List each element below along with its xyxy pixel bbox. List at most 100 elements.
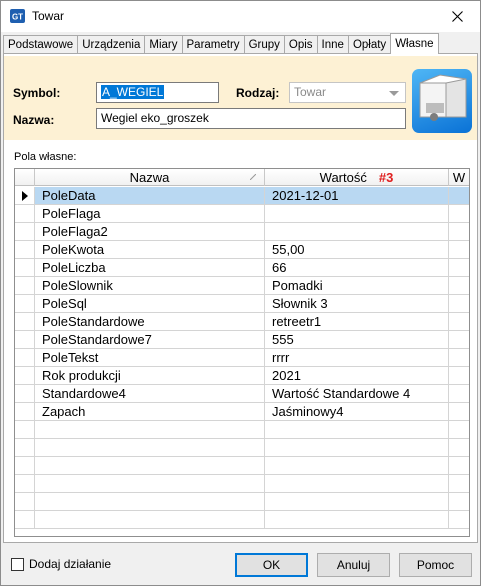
cell-nazwa[interactable]: PoleLiczba: [35, 259, 265, 277]
row-indicator[interactable]: [15, 457, 35, 475]
row-indicator[interactable]: [15, 205, 35, 223]
table-row[interactable]: PoleData 2021-12-01: [15, 187, 469, 205]
add-action-checkbox[interactable]: Dodaj działanie: [11, 557, 111, 571]
cell-w[interactable]: [449, 439, 469, 457]
cell-wartosc[interactable]: Jaśminowy4: [265, 403, 449, 421]
cell-nazwa[interactable]: PoleFlaga: [35, 205, 265, 223]
row-indicator[interactable]: [15, 313, 35, 331]
cell-w[interactable]: [449, 367, 469, 385]
tab-podstawowe[interactable]: Podstawowe: [3, 35, 79, 54]
cell-w[interactable]: [449, 313, 469, 331]
cell-nazwa[interactable]: Standardowe4: [35, 385, 265, 403]
row-indicator[interactable]: [15, 331, 35, 349]
cell-nazwa[interactable]: PoleFlaga2: [35, 223, 265, 241]
cell-w[interactable]: [449, 403, 469, 421]
row-indicator[interactable]: [15, 295, 35, 313]
row-indicator[interactable]: [15, 511, 35, 529]
cell-wartosc[interactable]: [265, 421, 449, 439]
cell-nazwa[interactable]: [35, 439, 265, 457]
tab-opis[interactable]: Opis: [283, 35, 318, 54]
table-row[interactable]: PoleLiczba 66: [15, 259, 469, 277]
cell-nazwa[interactable]: PoleSlownik: [35, 277, 265, 295]
table-row[interactable]: PoleFlaga: [15, 205, 469, 223]
cell-nazwa[interactable]: PoleStandardowe: [35, 313, 265, 331]
cell-wartosc[interactable]: retreetr1: [265, 313, 449, 331]
tab-miary[interactable]: Miary: [144, 35, 183, 54]
rodzaj-combo[interactable]: Towar: [289, 82, 406, 103]
empty-row[interactable]: [15, 493, 469, 511]
cell-wartosc[interactable]: 66: [265, 259, 449, 277]
table-row[interactable]: PoleStandardowe retreetr1: [15, 313, 469, 331]
cell-w[interactable]: [449, 223, 469, 241]
cell-w[interactable]: [449, 295, 469, 313]
tab-grupy[interactable]: Grupy: [243, 35, 285, 54]
row-indicator[interactable]: [15, 223, 35, 241]
row-indicator[interactable]: [15, 493, 35, 511]
cell-w[interactable]: [449, 493, 469, 511]
row-indicator[interactable]: [15, 385, 35, 403]
empty-row[interactable]: [15, 475, 469, 493]
table-row[interactable]: Standardowe4 Wartość Standardowe 4: [15, 385, 469, 403]
cell-w[interactable]: [449, 421, 469, 439]
tab-parametry[interactable]: Parametry: [181, 35, 245, 54]
tab-inne[interactable]: Inne: [316, 35, 349, 54]
empty-row[interactable]: [15, 421, 469, 439]
cell-nazwa[interactable]: [35, 475, 265, 493]
cell-w[interactable]: [449, 259, 469, 277]
empty-row[interactable]: [15, 457, 469, 475]
close-button[interactable]: [434, 1, 480, 32]
row-indicator[interactable]: [15, 367, 35, 385]
help-button[interactable]: Pomoc: [399, 553, 472, 577]
checkbox-box[interactable]: [11, 557, 24, 571]
row-indicator[interactable]: [15, 277, 35, 295]
cell-wartosc[interactable]: 2021: [265, 367, 449, 385]
tab-własne[interactable]: Własne: [390, 33, 439, 54]
cell-nazwa[interactable]: Rok produkcji: [35, 367, 265, 385]
row-indicator[interactable]: [15, 421, 35, 439]
cell-wartosc[interactable]: [265, 457, 449, 475]
cell-nazwa[interactable]: [35, 493, 265, 511]
cell-wartosc[interactable]: [265, 439, 449, 457]
table-row[interactable]: PoleTekst rrrr: [15, 349, 469, 367]
cell-wartosc[interactable]: Słownik 3: [265, 295, 449, 313]
table-row[interactable]: PoleStandardowe7 555: [15, 331, 469, 349]
cell-wartosc[interactable]: Wartość Standardowe 4: [265, 385, 449, 403]
cell-wartosc[interactable]: [265, 223, 449, 241]
cell-nazwa[interactable]: PoleSql: [35, 295, 265, 313]
cell-wartosc[interactable]: 2021-12-01: [265, 187, 449, 205]
cell-nazwa[interactable]: PoleTekst: [35, 349, 265, 367]
tab-opłaty[interactable]: Opłaty: [347, 35, 392, 54]
empty-row[interactable]: [15, 439, 469, 457]
cancel-button[interactable]: Anuluj: [317, 553, 390, 577]
header-wartosc[interactable]: Wartość #3: [265, 169, 449, 186]
cell-w[interactable]: [449, 331, 469, 349]
cell-nazwa[interactable]: PoleStandardowe7: [35, 331, 265, 349]
cell-wartosc[interactable]: Pomadki: [265, 277, 449, 295]
cell-nazwa[interactable]: PoleKwota: [35, 241, 265, 259]
cell-w[interactable]: [449, 511, 469, 529]
symbol-input[interactable]: A_WEGIEL: [96, 82, 219, 103]
empty-row[interactable]: [15, 511, 469, 529]
row-indicator[interactable]: [15, 403, 35, 421]
row-indicator[interactable]: [15, 475, 35, 493]
cell-wartosc[interactable]: [265, 205, 449, 223]
cell-nazwa[interactable]: [35, 457, 265, 475]
cell-wartosc[interactable]: 55,00: [265, 241, 449, 259]
cell-w[interactable]: [449, 187, 469, 205]
cell-wartosc[interactable]: [265, 493, 449, 511]
cell-wartosc[interactable]: 555: [265, 331, 449, 349]
cell-nazwa[interactable]: PoleData: [35, 187, 265, 205]
row-indicator[interactable]: [15, 187, 35, 205]
cell-wartosc[interactable]: rrrr: [265, 349, 449, 367]
table-row[interactable]: PoleKwota 55,00: [15, 241, 469, 259]
cell-w[interactable]: [449, 349, 469, 367]
row-indicator[interactable]: [15, 439, 35, 457]
table-row[interactable]: PoleSlownik Pomadki: [15, 277, 469, 295]
header-w[interactable]: W: [449, 169, 469, 186]
row-indicator[interactable]: [15, 349, 35, 367]
cell-wartosc[interactable]: [265, 511, 449, 529]
cell-wartosc[interactable]: [265, 475, 449, 493]
cell-w[interactable]: [449, 457, 469, 475]
table-row[interactable]: Zapach Jaśminowy4: [15, 403, 469, 421]
cell-w[interactable]: [449, 241, 469, 259]
